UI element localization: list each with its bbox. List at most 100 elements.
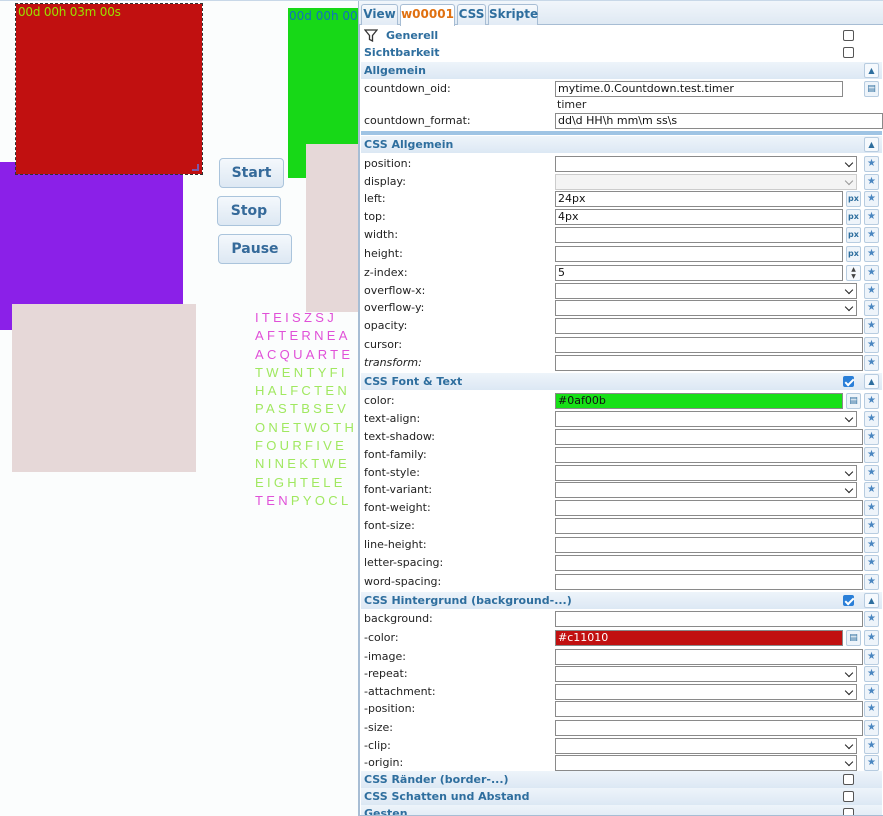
star-icon[interactable]: ★ bbox=[864, 666, 879, 682]
bg-color-input[interactable]: #c11010 bbox=[555, 630, 843, 646]
star-icon[interactable]: ★ bbox=[864, 630, 879, 646]
width-input[interactable] bbox=[555, 227, 843, 243]
group-css-background[interactable]: CSS Hintergrund (background-...) ▲ bbox=[361, 592, 882, 609]
group-css-shadow[interactable]: CSS Schatten und Abstand bbox=[361, 788, 882, 805]
group-css-allgemein[interactable]: CSS Allgemein ▲ bbox=[361, 136, 882, 153]
pause-button[interactable]: Pause bbox=[218, 234, 292, 264]
star-icon[interactable]: ★ bbox=[864, 283, 879, 299]
star-icon[interactable]: ★ bbox=[864, 429, 879, 445]
pink-widget[interactable] bbox=[12, 304, 196, 472]
pink-widget-small[interactable] bbox=[306, 144, 360, 312]
star-icon[interactable]: ★ bbox=[864, 191, 879, 207]
color-picker-icon[interactable]: ▤ bbox=[846, 393, 861, 409]
group-css-font[interactable]: CSS Font & Text ▲ bbox=[361, 373, 882, 390]
star-icon[interactable]: ★ bbox=[864, 738, 879, 754]
font-style-select[interactable] bbox=[555, 465, 857, 481]
group-allgemein[interactable]: Allgemein ▲ bbox=[361, 62, 882, 79]
star-icon[interactable]: ★ bbox=[864, 649, 879, 665]
star-icon[interactable]: ★ bbox=[864, 246, 879, 262]
star-icon[interactable]: ★ bbox=[864, 465, 879, 481]
font-size-input[interactable] bbox=[555, 518, 863, 534]
bg-repeat-select[interactable] bbox=[555, 666, 857, 682]
text-align-select[interactable] bbox=[555, 411, 857, 427]
css-font-checkbox[interactable] bbox=[843, 376, 854, 387]
color-picker-icon[interactable]: ▤ bbox=[846, 630, 861, 646]
opacity-input[interactable] bbox=[555, 318, 863, 334]
gesten-checkbox[interactable] bbox=[843, 808, 854, 815]
position-select[interactable] bbox=[555, 156, 857, 172]
star-icon[interactable]: ★ bbox=[864, 227, 879, 243]
star-icon[interactable]: ★ bbox=[864, 701, 879, 717]
collapse-icon[interactable]: ▲ bbox=[864, 137, 879, 152]
display-select[interactable] bbox=[555, 174, 857, 190]
collapse-icon[interactable]: ▲ bbox=[864, 374, 879, 389]
selected-countdown-widget[interactable]: 00d 00h 03m 00s bbox=[15, 3, 203, 175]
background-input[interactable] bbox=[555, 611, 863, 627]
overflow-y-select[interactable] bbox=[555, 300, 857, 316]
star-icon[interactable]: ★ bbox=[864, 156, 879, 172]
bg-clip-select[interactable] bbox=[555, 738, 857, 754]
bg-origin-select[interactable] bbox=[555, 755, 857, 771]
star-icon[interactable]: ★ bbox=[864, 684, 879, 700]
collapse-icon[interactable]: ▲ bbox=[864, 63, 879, 78]
font-variant-select[interactable] bbox=[555, 482, 857, 498]
star-icon[interactable]: ★ bbox=[864, 337, 879, 353]
star-icon[interactable]: ★ bbox=[864, 265, 879, 281]
star-icon[interactable]: ★ bbox=[864, 537, 879, 553]
group-css-border[interactable]: CSS Ränder (border-...) bbox=[361, 771, 882, 788]
star-icon[interactable]: ★ bbox=[864, 300, 879, 316]
letter-spacing-input[interactable] bbox=[555, 555, 863, 571]
px-unit-button[interactable]: px bbox=[846, 209, 861, 225]
countdown-format-input[interactable]: dd\d HH\h mm\m ss\s bbox=[555, 113, 883, 129]
css-shadow-checkbox[interactable] bbox=[843, 791, 854, 802]
star-icon[interactable]: ★ bbox=[864, 318, 879, 334]
tab-skripte[interactable]: Skripte bbox=[488, 4, 538, 25]
generell-checkbox[interactable] bbox=[843, 30, 854, 41]
px-unit-button[interactable]: px bbox=[846, 246, 861, 262]
tab-view[interactable]: View bbox=[361, 4, 398, 25]
height-input[interactable] bbox=[555, 246, 843, 262]
css-background-checkbox[interactable] bbox=[843, 595, 854, 606]
star-icon[interactable]: ★ bbox=[864, 555, 879, 571]
star-icon[interactable]: ★ bbox=[864, 447, 879, 463]
word-clock-widget[interactable]: ITEISZSJ AFTERNEA ACQUARTE TWENTYFI HALFCTEN… bbox=[255, 309, 357, 510]
overflow-x-select[interactable] bbox=[555, 283, 857, 299]
z-index-input[interactable]: 5 bbox=[555, 265, 843, 281]
color-input[interactable]: #0af00b bbox=[555, 393, 843, 409]
star-icon[interactable]: ★ bbox=[864, 720, 879, 736]
css-border-checkbox[interactable] bbox=[843, 774, 854, 785]
font-weight-input[interactable] bbox=[555, 500, 863, 516]
star-icon[interactable]: ★ bbox=[864, 355, 879, 371]
font-family-input[interactable] bbox=[555, 447, 863, 463]
star-icon[interactable]: ★ bbox=[864, 393, 879, 409]
star-icon[interactable]: ★ bbox=[864, 411, 879, 427]
word-spacing-input[interactable] bbox=[555, 574, 863, 590]
bg-image-input[interactable] bbox=[555, 649, 863, 665]
line-height-input[interactable] bbox=[555, 537, 863, 553]
oid-picker-icon[interactable]: ▤ bbox=[864, 81, 879, 97]
cursor-input[interactable] bbox=[555, 337, 863, 353]
group-sichtbarkeit[interactable]: Sichtbarkeit bbox=[361, 44, 882, 61]
px-unit-button[interactable]: px bbox=[846, 191, 861, 207]
stop-button[interactable]: Stop bbox=[217, 196, 281, 226]
collapse-icon[interactable]: ▲ bbox=[864, 593, 879, 608]
text-shadow-input[interactable] bbox=[555, 429, 863, 445]
sichtbarkeit-checkbox[interactable] bbox=[843, 47, 854, 58]
countdown-oid-input[interactable]: mytime.0.Countdown.test.timer bbox=[555, 81, 843, 97]
top-input[interactable]: 4px bbox=[555, 209, 843, 225]
star-icon[interactable]: ★ bbox=[864, 174, 879, 190]
px-unit-button[interactable]: px bbox=[846, 227, 861, 243]
tab-css[interactable]: CSS bbox=[457, 4, 486, 25]
group-generell[interactable]: Generell bbox=[361, 27, 882, 44]
bg-size-input[interactable] bbox=[555, 720, 863, 736]
star-icon[interactable]: ★ bbox=[864, 482, 879, 498]
filter-icon[interactable] bbox=[364, 29, 378, 42]
star-icon[interactable]: ★ bbox=[864, 500, 879, 516]
bg-attachment-select[interactable] bbox=[555, 684, 857, 700]
transform-input[interactable] bbox=[555, 355, 863, 371]
left-input[interactable]: 24px bbox=[555, 191, 843, 207]
bg-position-input[interactable] bbox=[555, 701, 863, 717]
spinner-icon[interactable]: ▲ ▼ bbox=[846, 265, 861, 281]
group-gesten[interactable]: Gesten bbox=[361, 805, 882, 815]
star-icon[interactable]: ★ bbox=[864, 209, 879, 225]
